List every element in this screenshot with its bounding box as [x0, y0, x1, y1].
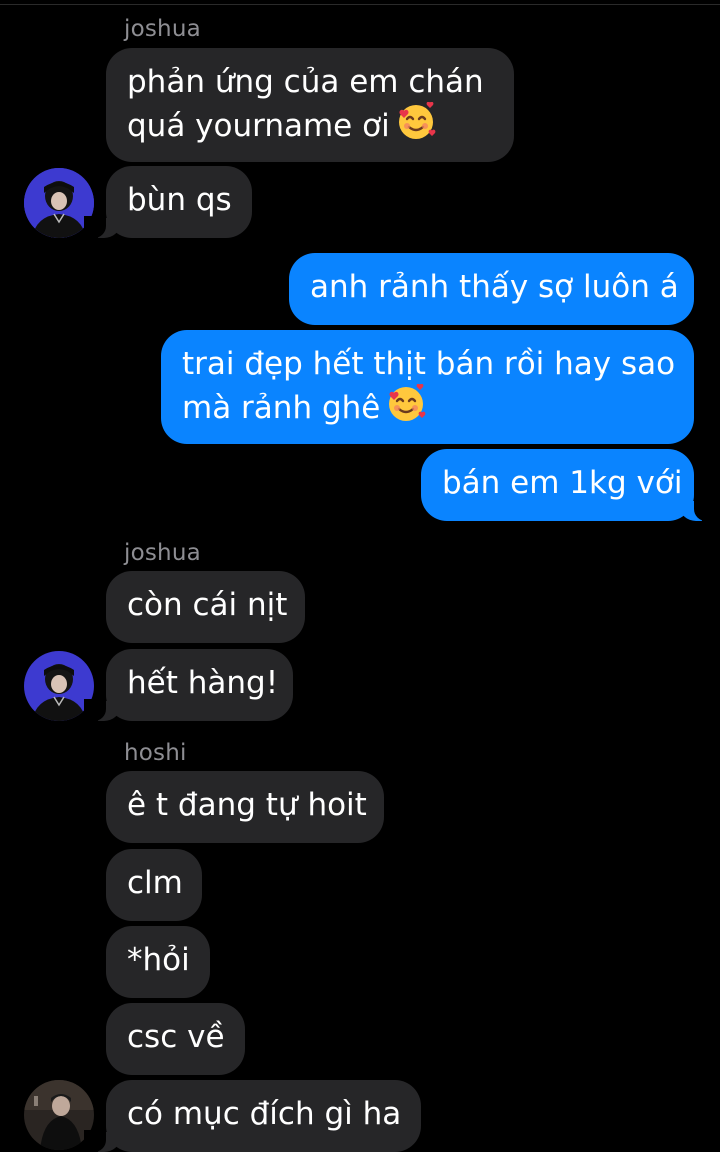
message-bubble-incoming[interactable]: phản ứng của em chán quá yourname ơi	[106, 48, 514, 162]
message-text: clm	[127, 865, 183, 901]
message-text: còn cái nịt	[127, 587, 288, 623]
message-text: quá yourname ơi	[127, 108, 390, 144]
smiling-face-with-hearts-emoji	[386, 383, 426, 434]
message-bubble-outgoing[interactable]: trai đẹp hết thịt bán rồi hay sao mà rản…	[161, 330, 694, 444]
message-text: csc về	[127, 1019, 225, 1055]
sender-name: joshua	[124, 16, 201, 42]
message-text: anh rảnh thấy sợ luôn á	[310, 269, 679, 305]
top-divider	[0, 4, 720, 5]
message-text: bùn qs	[127, 182, 232, 218]
message-bubble-incoming[interactable]: *hỏi	[106, 926, 210, 998]
message-text: trai đẹp hết thịt bán rồi hay sao	[182, 346, 676, 382]
sender-name: joshua	[124, 540, 201, 566]
message-text: ê t đang tự hoit	[127, 787, 367, 823]
message-bubble-incoming[interactable]: bùn qs	[84, 166, 252, 238]
message-bubble-incoming[interactable]: có mục đích gì ha	[84, 1080, 421, 1152]
message-bubble-outgoing[interactable]: bán em 1kg với	[421, 449, 716, 521]
message-bubble-incoming[interactable]: hết hàng!	[84, 649, 293, 721]
message-bubble-incoming[interactable]: csc về	[106, 1003, 245, 1075]
message-text: mà rảnh ghê	[182, 390, 381, 426]
sender-name: hoshi	[124, 740, 187, 766]
message-bubble-incoming[interactable]: còn cái nịt	[106, 571, 305, 643]
message-bubble-outgoing[interactable]: anh rảnh thấy sợ luôn á	[289, 253, 694, 325]
message-bubble-incoming[interactable]: ê t đang tự hoit	[106, 771, 384, 843]
message-text: phản ứng của em chán	[127, 64, 484, 100]
message-bubble-incoming[interactable]: clm	[106, 849, 202, 921]
message-text: *hỏi	[127, 942, 190, 978]
smiling-face-with-hearts-emoji	[396, 101, 436, 152]
message-text: bán em 1kg với	[442, 465, 683, 501]
message-text: hết hàng!	[127, 665, 279, 701]
message-text: có mục đích gì ha	[127, 1096, 402, 1132]
